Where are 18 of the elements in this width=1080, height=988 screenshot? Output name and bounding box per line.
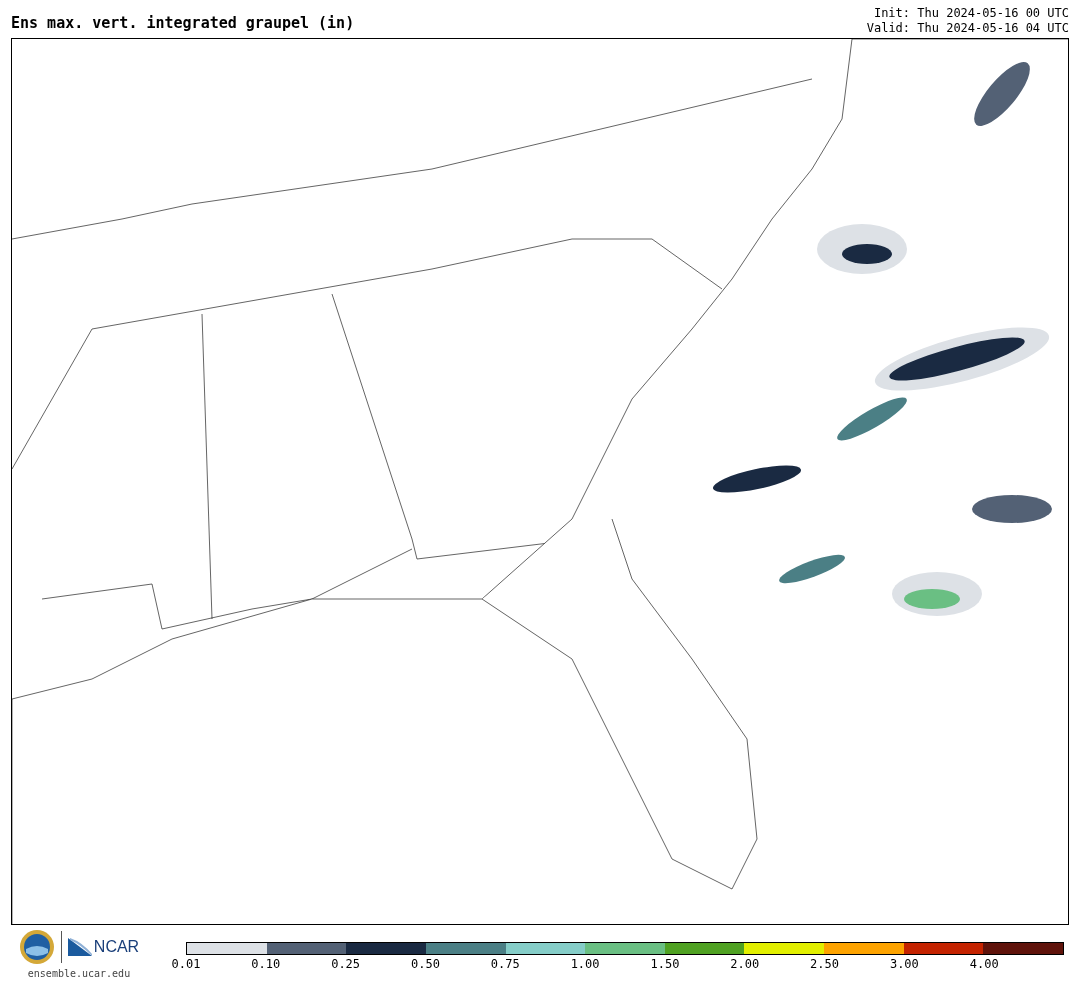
site-url: ensemble.ucar.edu: [27, 967, 131, 981]
wave-logo-icon: [67, 938, 92, 956]
emblem-icon: [18, 929, 55, 965]
tick-label: 2.00: [730, 957, 760, 971]
init-time: Init: Thu 2024-05-16 00 UTC: [873, 6, 1069, 21]
tick-label: 0.25: [331, 957, 361, 971]
valid-time: Valid: Thu 2024-05-16 04 UTC: [866, 21, 1069, 36]
tick-label: 0.50: [411, 957, 440, 971]
tick-label: 1.50: [650, 957, 680, 971]
tick-label: 2.50: [810, 957, 839, 971]
chart-title: Ens max. vert. integrated graupel (in): [11, 12, 355, 34]
tick-label: 0.75: [490, 957, 520, 971]
tick-label: 4.00: [969, 957, 999, 971]
tick-label: 0.10: [251, 957, 281, 971]
logo-text: NCAR: [93, 937, 140, 957]
tick-label: 3.00: [889, 957, 919, 971]
tick-label: 0.01: [171, 957, 201, 971]
tick-label: 1.00: [570, 957, 600, 971]
